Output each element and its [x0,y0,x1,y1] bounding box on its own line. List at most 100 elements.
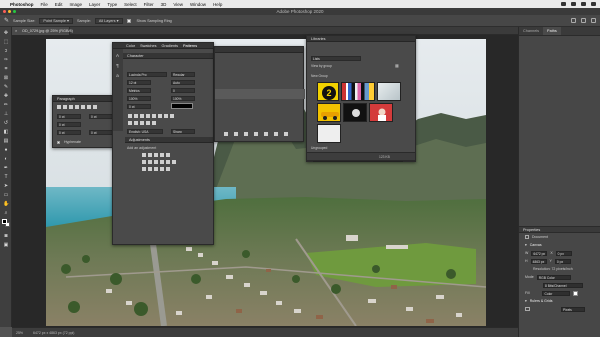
font-size-field[interactable]: 12 pt [127,80,151,85]
rectangle-tool-icon[interactable]: ▭ [3,192,9,198]
spotlight-icon[interactable] [581,2,586,6]
canvas-section[interactable]: ▾ Canvas [519,241,600,249]
menu-window[interactable]: Window [190,2,206,7]
tab-patterns[interactable]: Patterns [183,43,197,48]
menu-help[interactable]: Help [213,2,222,7]
minimize-window-button[interactable] [8,10,11,13]
channel-mixer-icon[interactable] [166,160,170,164]
photo-filter-icon[interactable] [160,160,164,164]
grid-view-icon[interactable]: ▦ [395,63,399,68]
threshold-icon[interactable] [154,167,158,171]
link-layers-icon[interactable] [224,132,228,136]
character-icon[interactable]: A [115,53,120,58]
leading-field[interactable]: Auto [171,80,195,85]
library-item-sketch[interactable] [317,124,341,143]
justify-left-icon[interactable] [75,105,79,109]
path-select-icon[interactable]: ➤ [3,183,9,189]
move-tool-icon[interactable]: ✥ [3,30,9,36]
eraser-tool-icon[interactable]: ◧ [3,129,9,135]
curves-icon[interactable] [154,153,158,157]
swash-icon[interactable] [140,121,144,125]
screen-mode-icon[interactable]: ▣ [3,242,9,248]
align-right-icon[interactable] [69,105,73,109]
fx-icon[interactable] [234,132,238,136]
crop-tool-icon[interactable]: ⌗ [3,66,9,72]
vertical-scale-field[interactable]: 100% [127,96,151,101]
hue-saturation-icon[interactable] [142,160,146,164]
faux-italic-icon[interactable] [134,114,138,118]
all-caps-icon[interactable] [140,114,144,118]
selective-color-icon[interactable] [166,167,170,171]
eyedropper-tool-icon[interactable]: ✎ [4,17,9,24]
indent-right-field[interactable]: 0 pt [89,114,113,119]
menu-filter[interactable]: Filter [144,2,154,7]
invert-icon[interactable] [142,167,146,171]
close-tab-icon[interactable]: × [15,27,17,35]
chevron-down-icon[interactable]: ▾ [525,299,527,303]
kerning-field[interactable]: Metrics [127,88,151,93]
font-family-field[interactable]: Lucinda Pro [127,72,167,77]
justify-all-icon[interactable] [93,105,97,109]
menu-layer[interactable]: Layer [89,2,100,7]
paragraph-icon[interactable]: ¶ [115,63,120,68]
indent-first-field[interactable]: 0 pt [57,122,81,127]
show-ring-checkbox[interactable] [126,18,131,23]
adjustment-layer-icon[interactable] [254,132,258,136]
ligature-icon[interactable] [128,121,132,125]
faux-bold-icon[interactable] [128,114,132,118]
frame-tool-icon[interactable]: ⊠ [3,75,9,81]
ordinals-icon[interactable] [146,121,150,125]
align-center-icon[interactable] [63,105,67,109]
group-icon[interactable] [264,132,268,136]
battery-icon[interactable] [571,2,576,6]
blur-tool-icon[interactable]: ● [3,147,9,153]
adjustments-panel-title[interactable]: Adjustments [125,137,213,143]
menu-icon[interactable] [591,2,596,6]
mode-dropdown[interactable]: RGB Color [536,274,571,280]
color-balance-icon[interactable] [148,160,152,164]
strikethrough-icon[interactable] [170,114,174,118]
library-item-stripes[interactable] [341,82,375,101]
baseline-field[interactable]: 0 pt [127,104,151,109]
old-style-icon[interactable] [134,121,138,125]
color-lookup-icon[interactable] [172,160,176,164]
menu-type[interactable]: Type [107,2,117,7]
mask-icon[interactable] [244,132,248,136]
rulers-section[interactable]: ▾ Rulers & Grids [519,297,600,305]
tab-color[interactable]: Color [126,43,135,48]
font-style-field[interactable]: Regular [171,72,195,77]
pen-tool-icon[interactable]: ✒ [3,165,9,171]
bits-dropdown[interactable]: 8 Bits/Channel [543,282,583,288]
view-by-group[interactable]: View by group [311,64,332,68]
posterize-icon[interactable] [148,167,152,171]
tracking-field[interactable]: 0 [171,88,195,93]
align-left-icon[interactable] [57,105,61,109]
levels-icon[interactable] [148,153,152,157]
library-item-portrait[interactable] [369,103,393,122]
type-tool-icon[interactable]: T [3,174,9,180]
lasso-tool-icon[interactable]: ↄ [3,48,9,54]
tab-gradients[interactable]: Gradients [162,43,178,48]
group-label[interactable]: New Group [311,74,328,78]
wifi-icon[interactable] [561,2,566,6]
menu-view[interactable]: View [173,2,183,7]
anti-alias-field[interactable]: Sharp [171,129,195,134]
gradient-map-icon[interactable] [160,167,164,171]
chevron-down-icon[interactable]: ▾ [525,243,527,247]
fill-swatch[interactable] [573,290,579,296]
superscript-icon[interactable] [152,114,156,118]
underline-icon[interactable] [164,114,168,118]
quick-mask-icon[interactable]: ◙ [3,233,9,239]
new-layer-icon[interactable] [274,132,278,136]
brush-tool-icon[interactable]: ✏ [3,102,9,108]
exposure-icon[interactable] [160,153,164,157]
space-after-field[interactable]: 0 pt [89,130,113,135]
justify-center-icon[interactable] [81,105,85,109]
ungrouped-label[interactable]: Ungrouped [311,146,327,150]
menu-image[interactable]: Image [70,2,83,7]
healing-brush-icon[interactable]: ✚ [3,93,9,99]
menu-select[interactable]: Select [124,2,137,7]
menu-photoshop[interactable]: Photoshop [10,2,34,7]
text-color-swatch[interactable] [171,103,193,109]
character-panel-title[interactable]: Character [123,53,213,59]
